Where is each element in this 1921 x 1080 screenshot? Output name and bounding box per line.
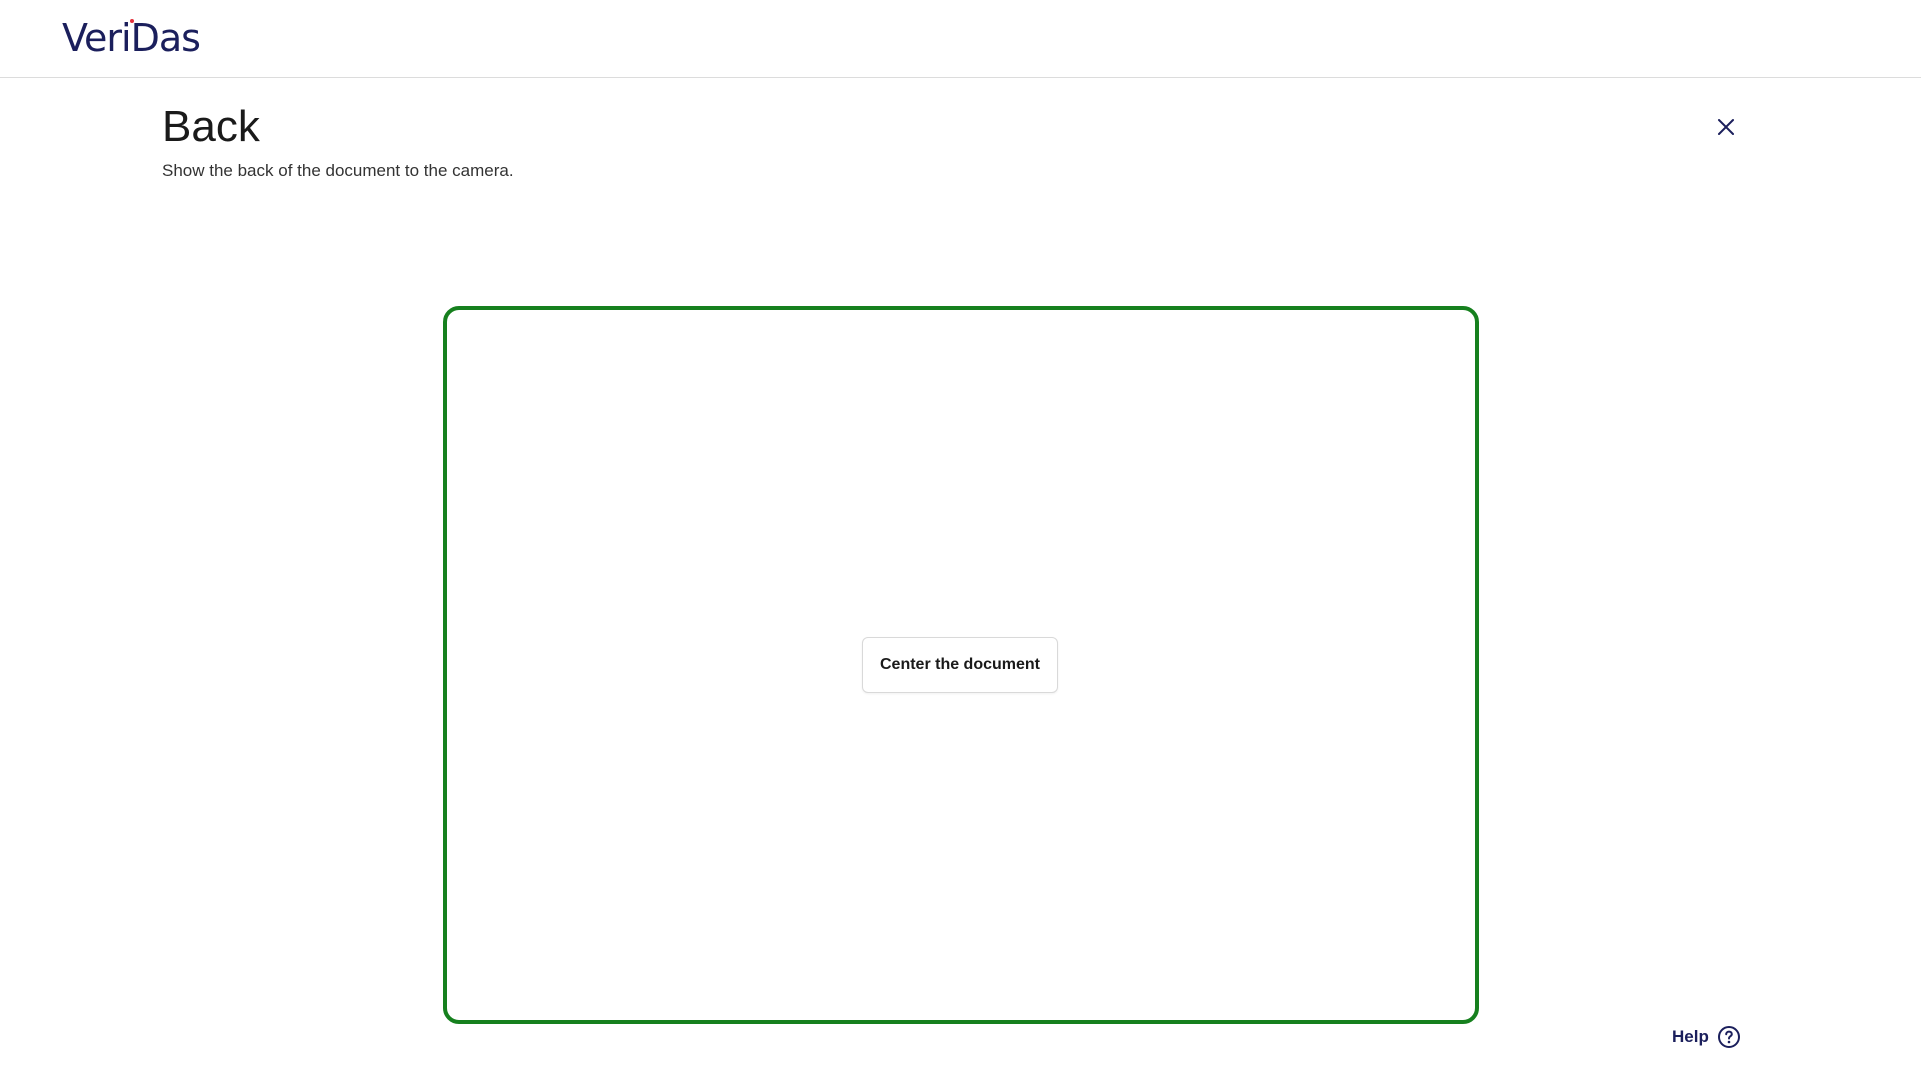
help-label: Help <box>1672 1027 1709 1046</box>
top-bar: VeriDas <box>0 0 1921 78</box>
close-button[interactable] <box>1711 112 1741 142</box>
logo-accent-dot <box>130 19 134 23</box>
page-title: Back <box>162 102 260 151</box>
page-subtitle: Show the back of the document to the cam… <box>162 161 514 180</box>
capture-page: VeriDas Back Show the back of the docume… <box>0 0 1921 1080</box>
question-circle-icon <box>1717 1026 1740 1048</box>
close-icon <box>1718 119 1734 135</box>
help-button[interactable]: Help <box>1672 1022 1741 1052</box>
center-document-hint: Center the document <box>862 637 1058 693</box>
veridas-logo: VeriDas <box>62 16 201 60</box>
